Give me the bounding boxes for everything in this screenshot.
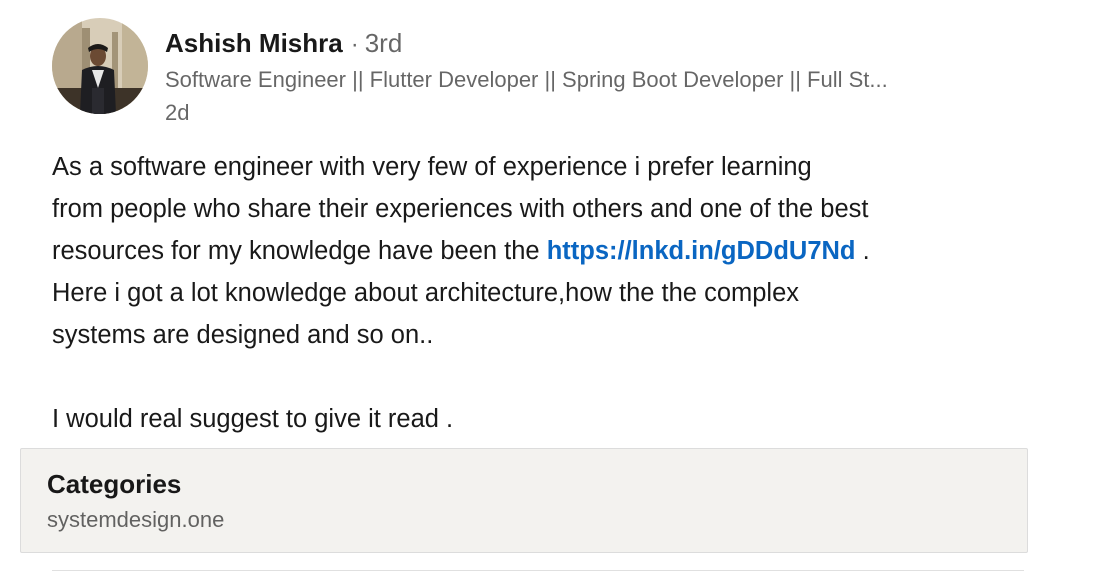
author-name[interactable]: Ashish Mishra: [165, 28, 343, 58]
author-avatar[interactable]: [52, 18, 148, 114]
post-body: As a software engineer with very few of …: [52, 146, 1012, 440]
post-text-line: I would real suggest to give it read .: [52, 405, 454, 433]
feed-post: Ashish Mishra · 3rd Software Engineer || F…: [0, 0, 1120, 578]
connection-degree: 3rd: [364, 28, 403, 58]
post-text-line: resources for my knowledge have been the…: [52, 230, 1012, 272]
post-text-segment: .: [855, 237, 870, 265]
post-divider: [52, 570, 1024, 571]
categories-card[interactable]: Categories systemdesign.one: [20, 448, 1028, 553]
author-line: Ashish Mishra · 3rd: [165, 26, 402, 62]
post-text-segment: resources for my knowledge have been the: [52, 237, 547, 265]
post-link[interactable]: https://lnkd.in/gDDdU7Nd: [547, 237, 856, 265]
separator-dot: ·: [350, 31, 359, 58]
post-timestamp[interactable]: 2d: [165, 98, 189, 128]
categories-value: systemdesign.one: [47, 507, 225, 532]
post-text-line: systems are designed and so on..: [52, 321, 434, 349]
post-text-line: from people who share their experiences …: [52, 195, 869, 223]
post-text-line: Here i got a lot knowledge about archite…: [52, 279, 800, 307]
post-text-line: As a software engineer with very few of …: [52, 153, 812, 181]
profile-photo-icon: [52, 18, 148, 114]
author-headline: Software Engineer || Flutter Developer |…: [165, 67, 888, 92]
categories-title: Categories: [47, 469, 182, 499]
